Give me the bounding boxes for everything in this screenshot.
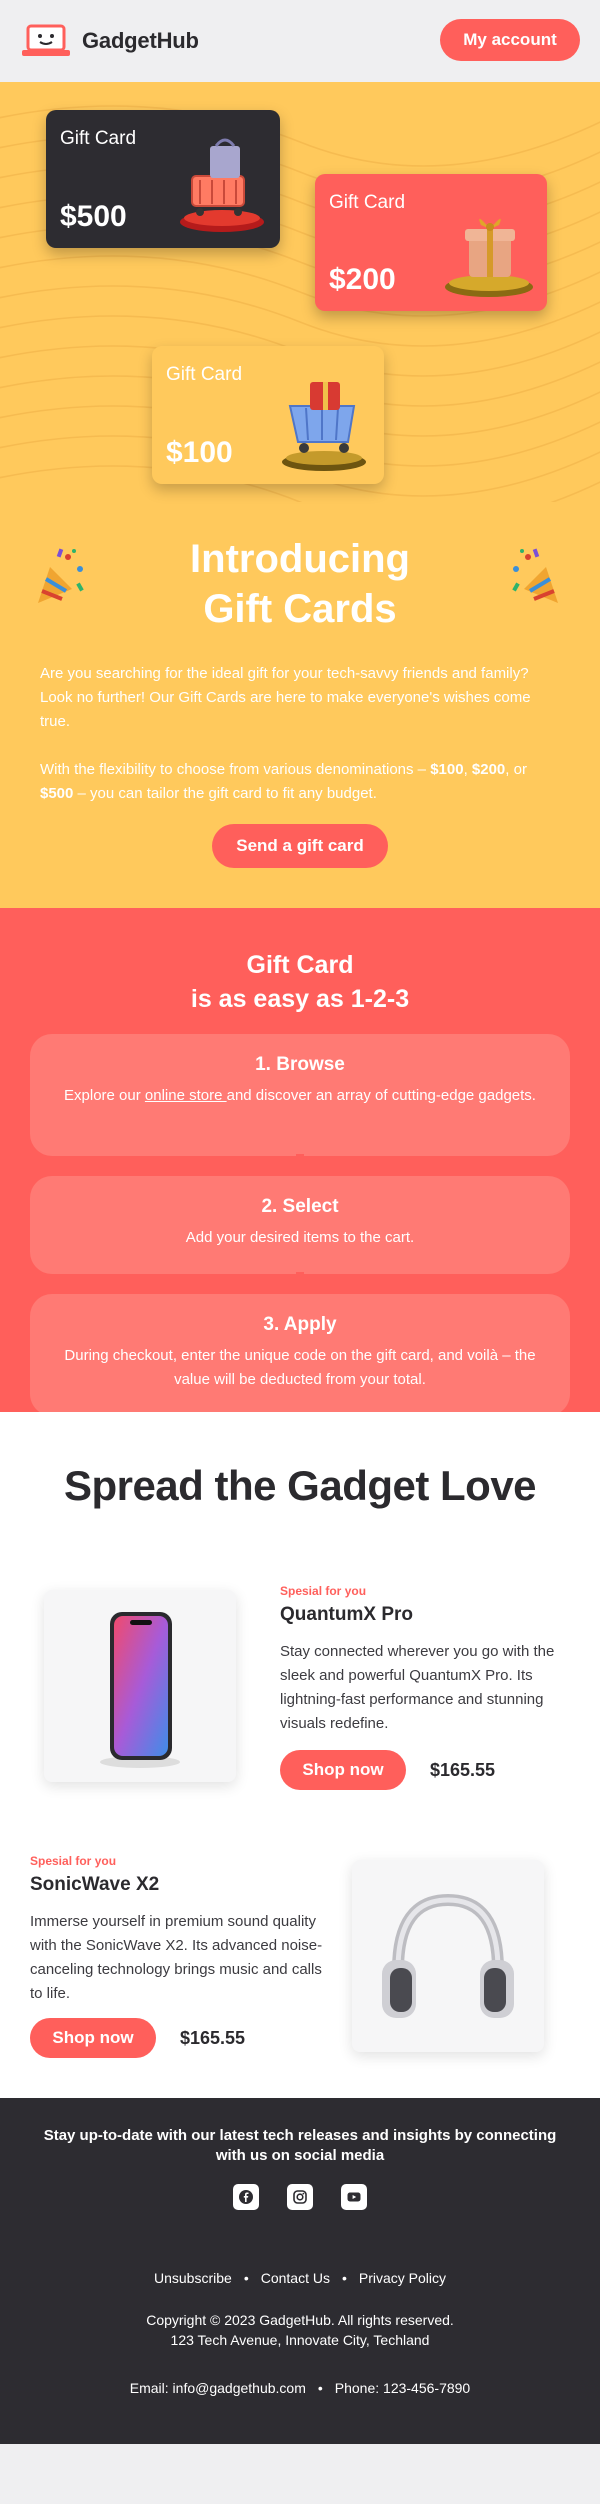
smartphone-icon <box>100 1612 180 1768</box>
footer-links: Unsubscribe • Contact Us • Privacy Policy <box>0 2270 600 2286</box>
gift-box-icon <box>445 218 533 297</box>
party-popper-icon <box>38 548 84 603</box>
step-select: 2. Select Add your desired items to the … <box>30 1176 570 1274</box>
step-description: Add your desired items to the cart. <box>185 1229 415 1246</box>
steps-title-line2: is as easy as 1-2-3 <box>190 985 410 1013</box>
shopping-bag-cart-icon <box>180 138 264 232</box>
product-image-quantumx[interactable] <box>44 1590 236 1782</box>
brand-name: GadgetHub <box>82 28 199 53</box>
shop-now-button[interactable]: Shop now <box>280 1750 406 1790</box>
step-text: and discover an array of cutting-edge ga… <box>226 1087 536 1104</box>
gift-card-200: Gift Card $200 <box>315 174 547 311</box>
header: GadgetHub My account <box>0 0 600 82</box>
shop-now-button[interactable]: Shop now <box>30 2018 156 2058</box>
party-popper-icon <box>512 548 558 603</box>
footer-copyright-block: Copyright © 2023 GadgetHub. All rights r… <box>0 2310 600 2350</box>
denominations-prefix: With the flexibility to choose from vari… <box>40 761 431 778</box>
hero-paragraph: Are you searching for the ideal gift for… <box>40 665 531 730</box>
hero-title-line1: Introducing <box>190 537 410 581</box>
send-gift-card-button[interactable]: Send a gift card <box>212 824 388 868</box>
brand-logo[interactable]: GadgetHub <box>20 22 199 60</box>
youtube-glyph-icon <box>347 2192 361 2202</box>
footer-headline: Stay up-to-date with our latest tech rel… <box>43 2127 557 2164</box>
step-connector <box>296 1272 304 1292</box>
product-description: Stay connected wherever you go with the … <box>280 1643 555 1732</box>
step-description: Explore our online store and discover an… <box>30 1084 570 1108</box>
step-heading: 2. Select <box>261 1196 339 1217</box>
gift-card-500: Gift Card $500 <box>46 110 280 248</box>
separator-dot: • <box>317 2380 323 2396</box>
footer-contact: Email: info@gadgethub.com • Phone: 123-456… <box>0 2380 600 2396</box>
hero-title-line2: Gift Cards <box>203 587 397 631</box>
step-browse: 1. Browse Explore our online store and d… <box>30 1034 570 1156</box>
my-account-button[interactable]: My account <box>440 19 580 61</box>
steps-section: Gift Card is as easy as 1-2-3 1. Browse … <box>0 908 600 1416</box>
online-store-link[interactable]: online store <box>145 1087 227 1104</box>
products-title: Spread the Gadget Love <box>63 1462 537 1509</box>
gift-card-amount: $100 <box>166 436 233 469</box>
facebook-glyph-icon <box>239 2190 253 2204</box>
youtube-icon[interactable] <box>341 2184 367 2210</box>
gift-card-title: Gift Card <box>166 364 243 385</box>
product-name: QuantumX Pro <box>280 1604 414 1625</box>
hero-paragraph-denominations: With the flexibility to choose from vari… <box>40 761 527 802</box>
phone-text[interactable]: Phone: 123-456-7890 <box>335 2380 470 2396</box>
email-text[interactable]: Email: info@gadgethub.com <box>130 2380 306 2396</box>
gift-card-amount: $500 <box>60 200 127 233</box>
product-tag: Spesial for you <box>30 1854 117 1868</box>
copyright-text: Copyright © 2023 GadgetHub. All rights r… <box>146 2312 454 2328</box>
privacy-policy-link[interactable]: Privacy Policy <box>359 2270 446 2286</box>
step-connector <box>296 1154 304 1174</box>
gift-card-title: Gift Card <box>329 192 406 213</box>
footer: Stay up-to-date with our latest tech rel… <box>0 2098 600 2444</box>
hero-title: Introducing Gift Cards <box>100 534 500 634</box>
steps-title-line1: Gift Card <box>246 951 354 979</box>
denomination-500: $500 <box>40 785 74 802</box>
instagram-glyph-icon <box>293 2190 307 2204</box>
headphones-icon <box>382 1893 514 2018</box>
product-tag: Spesial for you <box>280 1584 367 1598</box>
step-heading: 3. Apply <box>263 1314 337 1335</box>
product-image-sonicwave[interactable] <box>352 1860 544 2052</box>
product-name: SonicWave X2 <box>30 1874 160 1895</box>
gift-cart-icon <box>282 382 366 471</box>
gift-card-100: Gift Card $100 <box>152 346 384 484</box>
separator-dot: • <box>243 2270 249 2286</box>
unsubscribe-link[interactable]: Unsubscribe <box>154 2270 232 2286</box>
hero-section: Gift Card $500 Gift Card $200 Gift Card … <box>0 82 600 908</box>
gift-card-amount: $200 <box>329 263 396 296</box>
step-apply: 3. Apply During checkout, enter the uniq… <box>30 1294 570 1416</box>
steps-title: Gift Card is as easy as 1-2-3 <box>100 948 500 1016</box>
product-description: Immerse yourself in premium sound qualit… <box>30 1913 323 2002</box>
facebook-icon[interactable] <box>233 2184 259 2210</box>
address-text: 123 Tech Avenue, Innovate City, Techland <box>170 2332 430 2348</box>
separator-dot: • <box>341 2270 347 2286</box>
laptop-logo-icon <box>22 24 70 56</box>
instagram-icon[interactable] <box>287 2184 313 2210</box>
denomination-200: $200 <box>471 761 506 778</box>
denominations-suffix: – you can tailor the gift card to fit an… <box>73 785 377 802</box>
step-text: Explore our <box>64 1087 145 1104</box>
product-price: $165.55 <box>430 1760 496 1780</box>
product-price: $165.55 <box>180 2028 246 2048</box>
step-description: During checkout, enter the unique code o… <box>64 1347 536 1388</box>
contact-us-link[interactable]: Contact Us <box>261 2270 330 2286</box>
denomination-100: $100 <box>430 761 464 778</box>
products-section: Spread the Gadget Love Spesial for you Q… <box>0 1412 600 2098</box>
gift-card-title: Gift Card <box>60 128 137 149</box>
step-heading: 1. Browse <box>255 1054 345 1075</box>
